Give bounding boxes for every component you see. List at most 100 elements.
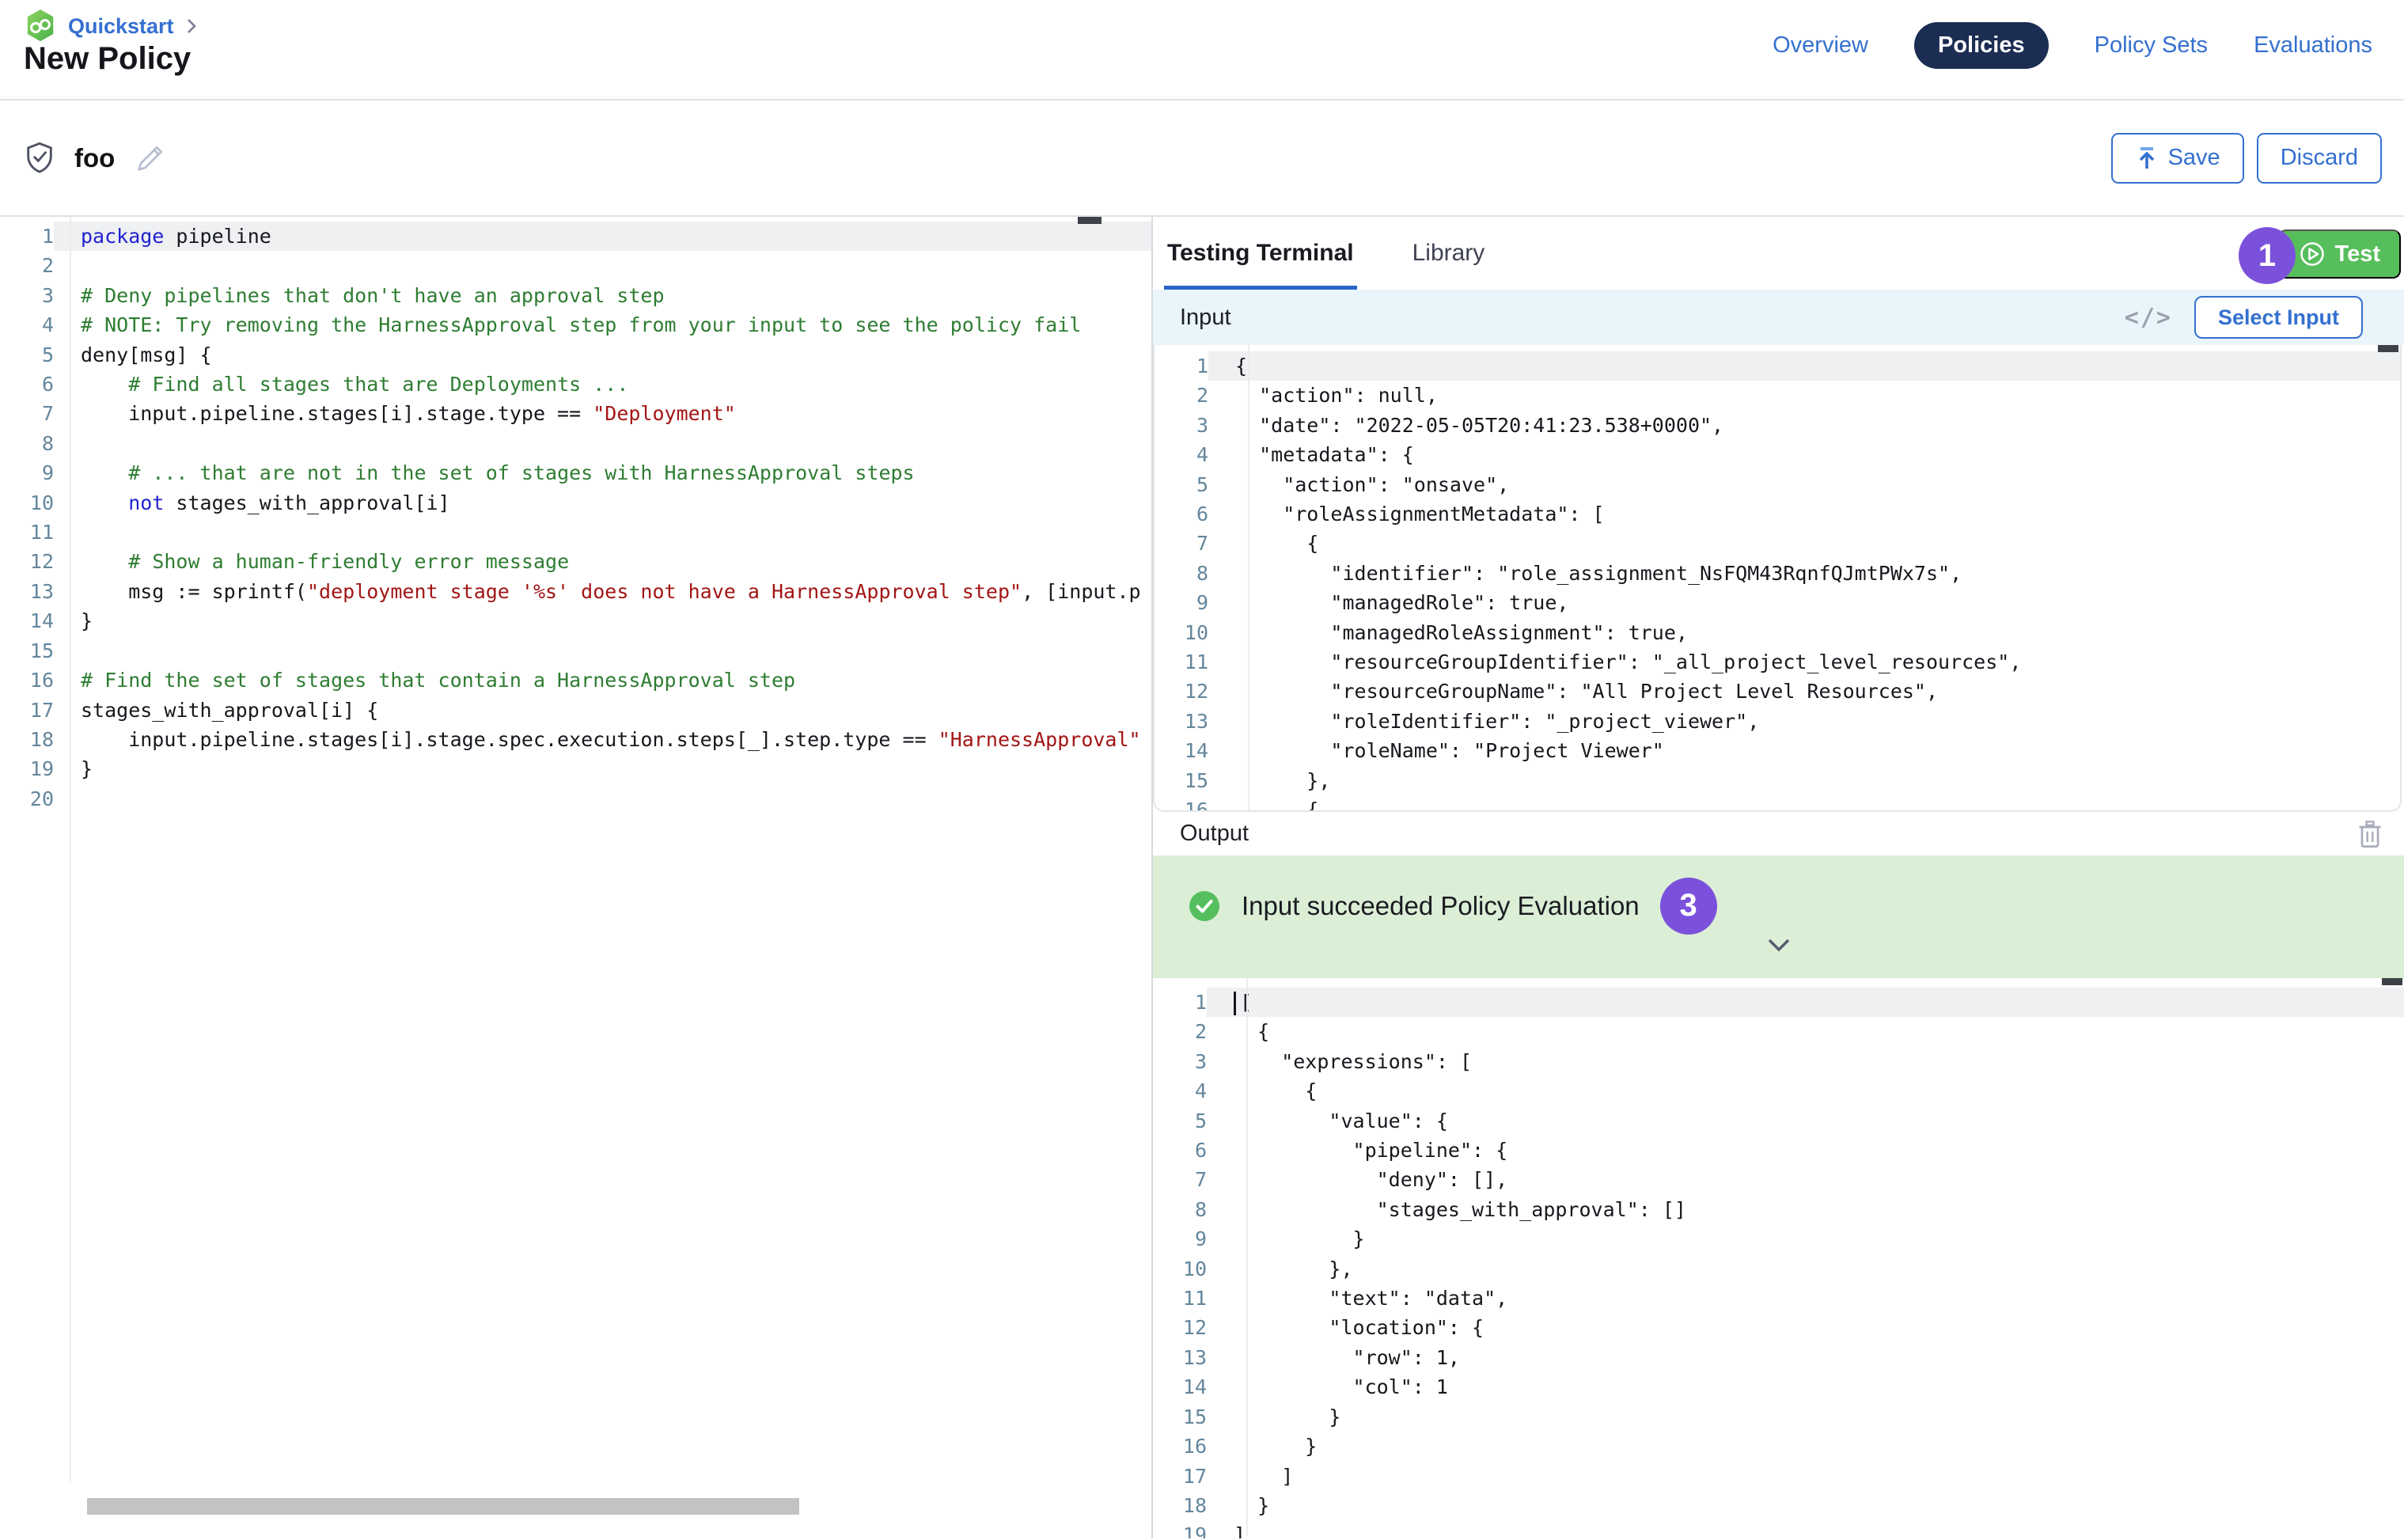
tab-library[interactable]: Library [1412,217,1485,290]
output-json-viewer[interactable]: 1[2 {3 "expressions": [4 {5 "value": {6 … [1153,978,2404,1538]
code-line: 7 input.pipeline.stages[i].stage.type ==… [0,399,1151,428]
code-line: 5deny[msg] { [0,340,1151,370]
code-line: 16 { [1155,795,2400,812]
code-line: 4# NOTE: Try removing the HarnessApprova… [0,310,1151,339]
code-line: 14} [0,606,1151,635]
code-line: 12 "location": { [1153,1313,2404,1342]
code-line: 13 msg := sprintf("deployment stage '%s'… [0,577,1151,606]
shield-check-icon [22,140,57,176]
code-line: 8 "identifier": "role_assignment_NsFQM43… [1155,559,2400,588]
code-line: 8 "stages_with_approval": [] [1153,1195,2404,1224]
success-message: Input succeeded Policy Evaluation [1242,891,1640,921]
nav-evaluations[interactable]: Evaluations [2254,32,2372,59]
save-button-label: Save [2168,145,2220,171]
code-line: 13 "row": 1, [1153,1343,2404,1372]
select-input-button[interactable]: Select Input [2194,296,2363,339]
code-line: 8 [0,429,1151,458]
editor-gutter-divider [70,217,71,1483]
code-line: 17 ] [1153,1462,2404,1491]
nav-policies-active[interactable]: Policies [1914,22,2049,69]
output-section-header: Output [1153,812,2404,855]
testing-terminal-panel: 2 Testing Terminal Library 1 Test Input [1153,217,2404,1538]
code-line: 9 # ... that are not in the set of stage… [0,458,1151,487]
discard-button-label: Discard [2281,145,2358,171]
code-line: 2 { [1153,1017,2404,1046]
evaluation-success-banner: Input succeeded Policy Evaluation 3 [1153,855,2404,978]
chevron-down-icon[interactable] [1766,938,1792,952]
discard-button[interactable]: Discard [2257,133,2382,184]
policy-toolbar: foo Save Discard [0,101,2404,217]
tab-testing-terminal[interactable]: Testing Terminal [1167,217,1354,290]
input-json-editor[interactable]: 1{2 "action": null,3 "date": "2022-05-05… [1153,345,2402,812]
code-line: 16# Find the set of stages that contain … [0,666,1151,695]
breadcrumb: Quickstart [24,8,198,44]
test-button[interactable]: Test [2278,229,2401,279]
code-line: 11 "resourceGroupIdentifier": "_all_proj… [1155,647,2400,677]
code-line: 4 "metadata": { [1155,440,2400,469]
code-line: 6 "roleAssignmentMetadata": [ [1155,499,2400,529]
upload-arrow-icon [2135,146,2159,171]
code-line: 7 { [1155,529,2400,558]
input-overview-ruler-mark [2378,345,2398,352]
code-line: 14 "col": 1 [1153,1372,2404,1402]
chevron-right-icon [185,17,198,36]
code-line: 15 } [1153,1402,2404,1432]
code-line: 15 }, [1155,766,2400,795]
trash-icon[interactable] [2357,819,2383,849]
code-line: 17stages_with_approval[i] { [0,696,1151,725]
policy-name: foo [74,143,115,173]
code-line: 3 "expressions": [ [1153,1047,2404,1076]
output-label: Output [1180,821,1249,847]
policy-code-lines: 1package pipeline23# Deny pipelines that… [0,217,1151,814]
code-line: 6 "pipeline": { [1153,1136,2404,1165]
code-line: 3 "date": "2022-05-05T20:41:23.538+0000"… [1155,411,2400,440]
code-line: 10 }, [1153,1254,2404,1284]
code-line: 4 { [1153,1076,2404,1106]
code-line: 12 # Show a human-friendly error message [0,547,1151,576]
top-nav: Overview Policies Policy Sets Evaluation… [1773,22,2372,69]
check-circle-icon [1188,889,1221,923]
policy-editor-page: Quickstart New Policy Overview Policies … [0,0,2404,1540]
output-overview-ruler-mark [2382,978,2402,985]
play-circle-icon [2299,241,2326,267]
annotation-badge-3: 3 [1660,878,1717,935]
breadcrumb-project-link[interactable]: Quickstart [68,14,174,39]
code-line: 6 # Find all stages that are Deployments… [0,370,1151,399]
code-line: 18 } [1153,1491,2404,1520]
terminal-tabbar: 2 Testing Terminal Library 1 Test [1153,217,2404,290]
nav-overview[interactable]: Overview [1773,32,1868,59]
code-line: 1package pipeline [0,222,1151,251]
code-line: 11 [0,518,1151,547]
top-header: Quickstart New Policy Overview Policies … [0,0,2404,101]
code-line: 15 [0,636,1151,666]
code-line: 9 } [1153,1224,2404,1254]
editor-overview-ruler-mark [1078,217,1102,224]
code-line: 12 "resourceGroupName": "All Project Lev… [1155,677,2400,706]
input-gutter-divider [1248,345,1249,812]
code-line: 3# Deny pipelines that don't have an app… [0,281,1151,310]
code-line: 16 } [1153,1432,2404,1461]
code-line: 1[ [1153,988,2404,1017]
code-line: 2 [0,251,1151,280]
policy-code-editor[interactable]: 1package pipeline23# Deny pipelines that… [0,217,1153,1538]
code-line: 10 not stages_with_approval[i] [0,488,1151,518]
page-title: New Policy [24,41,191,77]
code-line: 10 "managedRoleAssignment": true, [1155,618,2400,647]
code-line: 7 "deny": [], [1153,1165,2404,1194]
editor-horizontal-scrollbar[interactable] [87,1498,799,1515]
code-line: 19] [1153,1520,2404,1538]
code-line: 5 "value": { [1153,1106,2404,1136]
nav-policy-sets[interactable]: Policy Sets [2095,32,2208,59]
code-line: 1{ [1155,351,2400,381]
content-split: 1package pipeline23# Deny pipelines that… [0,217,2404,1538]
code-line: 14 "roleName": "Project Viewer" [1155,736,2400,765]
edit-pencil-icon[interactable] [132,140,169,176]
code-brackets-icon[interactable]: </> [2125,304,2172,332]
code-line: 11 "text": "data", [1153,1284,2404,1313]
code-line: 20 [0,784,1151,814]
save-button[interactable]: Save [2111,133,2244,184]
input-label: Input [1180,305,1231,331]
code-line: 5 "action": "onsave", [1155,470,2400,499]
input-section-header: Input </> Select Input [1153,290,2404,345]
test-button-label: Test [2335,241,2380,267]
